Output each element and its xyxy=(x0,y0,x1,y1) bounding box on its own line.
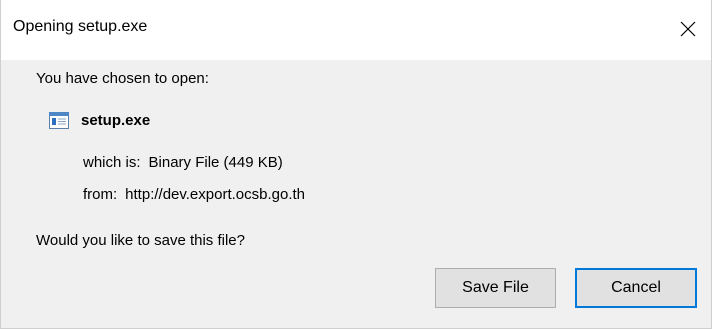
file-type-value: Binary File (449 KB) xyxy=(148,154,283,171)
window-title: Opening setup.exe xyxy=(13,18,148,35)
cancel-button[interactable]: Cancel xyxy=(575,268,697,308)
save-question: Would you like to save this file? xyxy=(36,232,245,249)
intro-text: You have chosen to open: xyxy=(36,70,209,87)
file-row: setup.exe xyxy=(49,112,150,129)
file-source-value: http://dev.export.ocsb.go.th xyxy=(125,186,306,203)
file-source-label: from: xyxy=(83,186,118,203)
file-type-row: which is: Binary File (449 KB) xyxy=(83,154,283,171)
save-file-button[interactable]: Save File xyxy=(435,268,556,308)
close-button[interactable] xyxy=(665,0,711,58)
close-icon xyxy=(680,21,696,37)
download-dialog: Opening setup.exe You have chosen to ope… xyxy=(0,0,712,329)
file-name: setup.exe xyxy=(81,112,151,129)
title-bar: Opening setup.exe xyxy=(1,0,711,60)
file-type-label: which is: xyxy=(83,154,141,171)
dialog-content: You have chosen to open: setup.exe which… xyxy=(1,60,711,328)
executable-file-icon xyxy=(49,112,69,129)
file-source-row: from: http://dev.export.ocsb.go.th xyxy=(83,186,305,203)
